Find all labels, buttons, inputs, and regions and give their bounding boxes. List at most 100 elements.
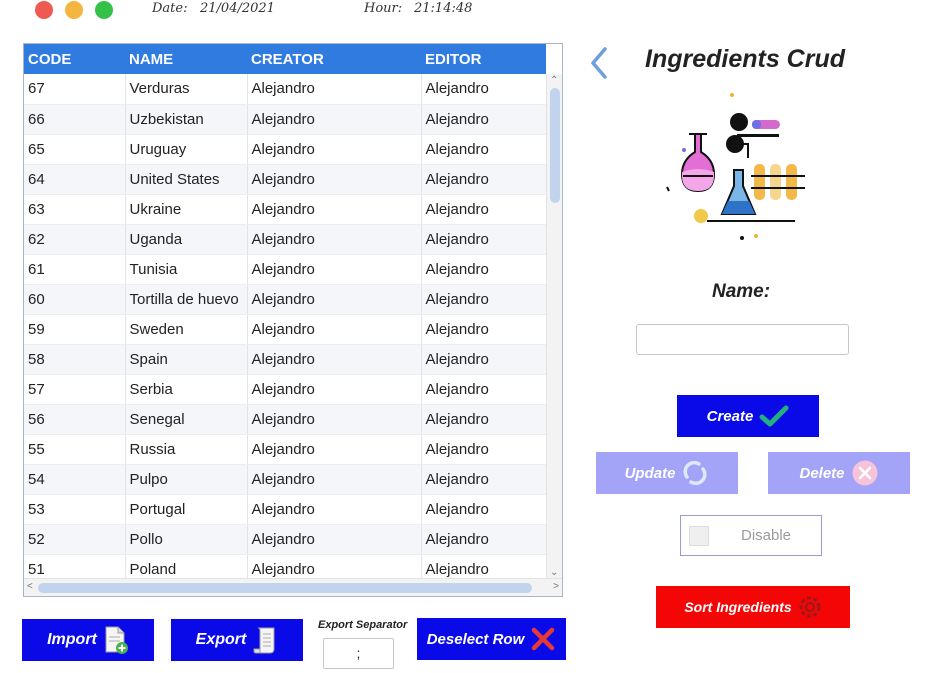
- table-row[interactable]: 52 Pollo Alejandro Alejandro: [24, 524, 547, 555]
- hour-value: 21:14:48: [414, 1, 473, 16]
- table-cell: Pollo: [125, 524, 248, 555]
- delete-button[interactable]: Delete: [768, 452, 910, 494]
- table-row[interactable]: 56 Senegal Alejandro Alejandro: [24, 404, 547, 435]
- disable-checkbox-toggle[interactable]: Disable: [680, 515, 822, 556]
- table-row[interactable]: 65 Uruguay Alejandro Alejandro: [24, 134, 547, 165]
- table-cell: 65: [24, 134, 126, 165]
- table-cell: Alejandro: [421, 494, 547, 525]
- table-row[interactable]: 67 Verduras Alejandro Alejandro: [24, 74, 547, 105]
- disable-label: Disable: [741, 527, 792, 544]
- table-cell: Alejandro: [247, 494, 422, 525]
- table-row[interactable]: 59 Sweden Alejandro Alejandro: [24, 314, 547, 345]
- page-title: Ingredients Crud: [645, 45, 846, 73]
- chevron-left-icon[interactable]: [588, 46, 612, 80]
- table-row[interactable]: 54 Pulpo Alejandro Alejandro: [24, 464, 547, 495]
- column-header[interactable]: EDITOR: [421, 44, 546, 74]
- table-cell: Alejandro: [421, 404, 547, 435]
- date-value: 21/04/2021: [200, 1, 275, 16]
- table-cell: Alejandro: [421, 464, 547, 495]
- table-cell: Portugal: [125, 494, 248, 525]
- table-cell: Alejandro: [247, 104, 422, 135]
- table-row[interactable]: 62 Uganda Alejandro Alejandro: [24, 224, 547, 255]
- table-row[interactable]: 63 Ukraine Alejandro Alejandro: [24, 194, 547, 225]
- horizontal-scrollbar[interactable]: < >: [24, 578, 562, 596]
- table-cell: Serbia: [125, 374, 248, 405]
- vertical-scroll-thumb[interactable]: [550, 88, 560, 203]
- table-cell: Russia: [125, 434, 248, 465]
- window-close-dot[interactable]: [35, 1, 53, 19]
- refresh-icon: [683, 460, 707, 486]
- column-header[interactable]: CREATOR: [247, 44, 421, 74]
- scroll-up-icon[interactable]: ⌃: [550, 75, 558, 87]
- column-header[interactable]: NAME: [125, 44, 247, 74]
- sort-button-label: Sort Ingredients: [684, 599, 792, 615]
- table-cell: Alejandro: [421, 374, 547, 405]
- table-cell: 58: [24, 344, 126, 375]
- create-button[interactable]: Create: [677, 395, 819, 437]
- column-header[interactable]: CODE: [24, 44, 125, 74]
- table-row[interactable]: 53 Portugal Alejandro Alejandro: [24, 494, 547, 525]
- table-row[interactable]: 57 Serbia Alejandro Alejandro: [24, 374, 547, 405]
- table-cell: Uzbekistan: [125, 104, 248, 135]
- table-cell: 66: [24, 104, 126, 135]
- sort-ingredients-button[interactable]: Sort Ingredients: [656, 586, 850, 628]
- deselect-button-label: Deselect Row: [426, 630, 525, 648]
- table-cell: Alejandro: [421, 164, 547, 195]
- table-cell: 61: [24, 254, 126, 285]
- export-separator-input[interactable]: ;: [323, 638, 394, 669]
- scroll-left-icon[interactable]: <: [27, 581, 33, 593]
- table-cell: Alejandro: [247, 374, 422, 405]
- horizontal-scroll-thumb[interactable]: [38, 583, 532, 593]
- close-circle-icon: [852, 460, 878, 486]
- table-cell: Alejandro: [247, 404, 422, 435]
- table-row[interactable]: 55 Russia Alejandro Alejandro: [24, 434, 547, 465]
- x-icon: [532, 627, 555, 651]
- vertical-scrollbar[interactable]: ⌃ ⌄: [546, 74, 562, 580]
- ingredients-table[interactable]: CODE NAME CREATOR EDITOR 67 Verduras Alejandr…: [23, 43, 563, 597]
- table-cell: Alejandro: [247, 254, 422, 285]
- table-cell: Alejandro: [247, 524, 422, 555]
- delete-button-label: Delete: [799, 464, 845, 482]
- scroll-right-icon[interactable]: >: [553, 581, 559, 593]
- table-cell: Alejandro: [421, 74, 547, 105]
- update-button-label: Update: [624, 464, 676, 482]
- table-cell: Pulpo: [125, 464, 248, 495]
- table-cell: Senegal: [125, 404, 248, 435]
- table-cell: 67: [24, 74, 126, 105]
- table-cell: Alejandro: [421, 524, 547, 555]
- table-row[interactable]: 61 Tunisia Alejandro Alejandro: [24, 254, 547, 285]
- table-cell: Alejandro: [247, 224, 422, 255]
- table-cell: Alejandro: [247, 344, 422, 375]
- name-label: Name:: [712, 281, 771, 302]
- table-cell: 62: [24, 224, 126, 255]
- update-button[interactable]: Update: [596, 452, 738, 494]
- checkmark-icon: [759, 405, 789, 427]
- table-header-row: CODE NAME CREATOR EDITOR: [24, 44, 546, 74]
- name-input[interactable]: [636, 324, 849, 355]
- table-cell: 64: [24, 164, 126, 195]
- export-button[interactable]: Export: [171, 619, 303, 661]
- table-cell: Alejandro: [421, 104, 547, 135]
- table-cell: Spain: [125, 344, 248, 375]
- file-add-icon: [105, 626, 128, 654]
- hour-label: Hour:: [364, 1, 403, 16]
- scroll-document-icon: [253, 627, 275, 654]
- table-row[interactable]: 60 Tortilla de huevo Alejandro Alejandro: [24, 284, 547, 315]
- window-minimize-dot[interactable]: [65, 1, 83, 19]
- table-cell: Alejandro: [247, 314, 422, 345]
- table-cell: Tunisia: [125, 254, 248, 285]
- disable-checkbox[interactable]: [689, 525, 709, 546]
- import-button-label: Import: [47, 631, 97, 648]
- table-row[interactable]: 58 Spain Alejandro Alejandro: [24, 344, 547, 375]
- table-cell: Uganda: [125, 224, 248, 255]
- export-button-label: Export: [195, 631, 247, 648]
- import-button[interactable]: Import: [22, 619, 154, 661]
- deselect-row-button[interactable]: Deselect Row: [417, 618, 566, 660]
- table-row[interactable]: 66 Uzbekistan Alejandro Alejandro: [24, 104, 547, 135]
- window-maximize-dot[interactable]: [95, 1, 113, 19]
- table-cell: Sweden: [125, 314, 248, 345]
- table-cell: Alejandro: [247, 194, 422, 225]
- table-row[interactable]: 64 United States Alejandro Alejandro: [24, 164, 547, 195]
- table-cell: Alejandro: [247, 134, 422, 165]
- table-cell: Alejandro: [421, 224, 547, 255]
